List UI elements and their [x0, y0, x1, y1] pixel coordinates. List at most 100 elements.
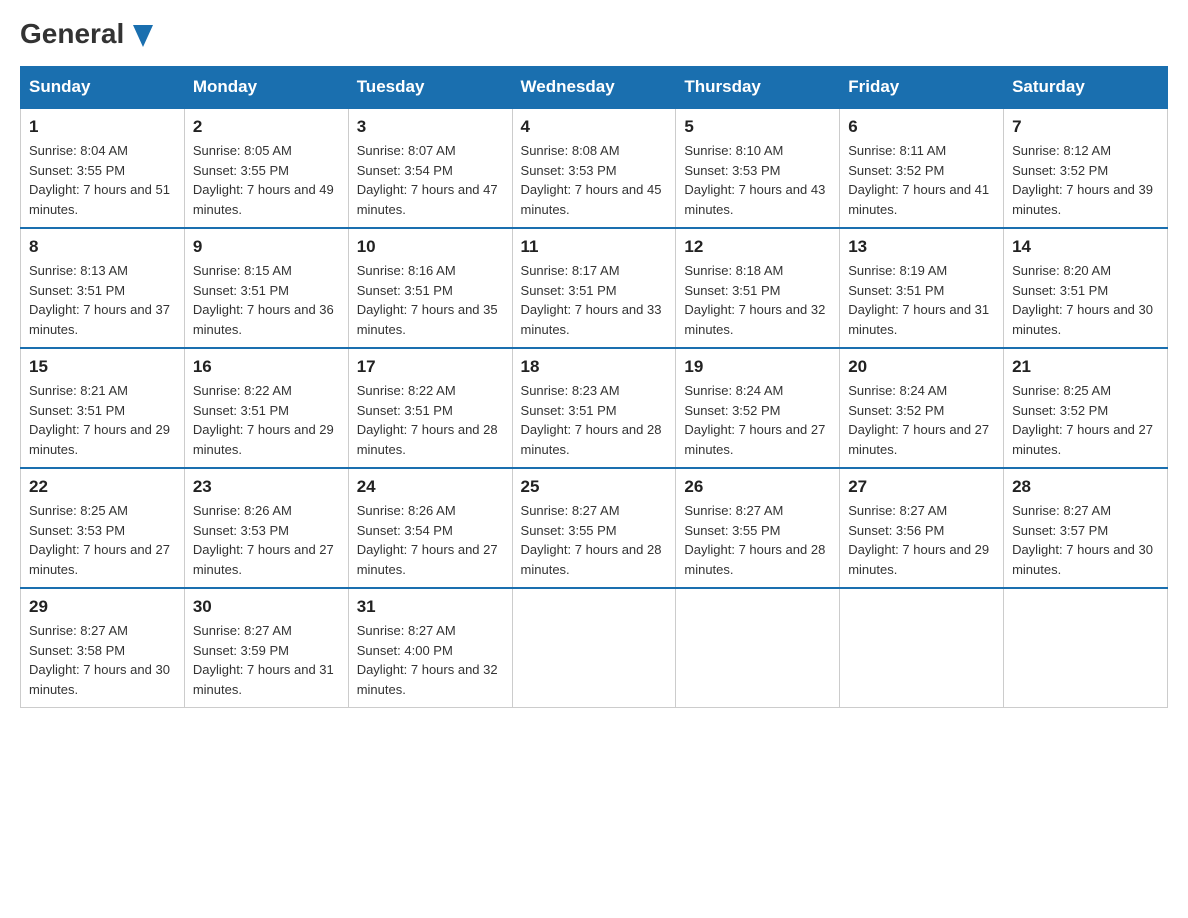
calendar-cell: 12 Sunrise: 8:18 AMSunset: 3:51 PMDaylig…: [676, 228, 840, 348]
day-number: 28: [1012, 477, 1159, 497]
day-number: 25: [521, 477, 668, 497]
day-number: 15: [29, 357, 176, 377]
weekday-header-saturday: Saturday: [1004, 67, 1168, 109]
day-info: Sunrise: 8:22 AMSunset: 3:51 PMDaylight:…: [193, 383, 334, 457]
day-info: Sunrise: 8:27 AMSunset: 3:58 PMDaylight:…: [29, 623, 170, 697]
calendar-cell: [840, 588, 1004, 708]
calendar-table: SundayMondayTuesdayWednesdayThursdayFrid…: [20, 66, 1168, 708]
calendar-cell: 31 Sunrise: 8:27 AMSunset: 4:00 PMDaylig…: [348, 588, 512, 708]
day-number: 26: [684, 477, 831, 497]
day-number: 29: [29, 597, 176, 617]
day-number: 19: [684, 357, 831, 377]
day-number: 17: [357, 357, 504, 377]
calendar-cell: 4 Sunrise: 8:08 AMSunset: 3:53 PMDayligh…: [512, 108, 676, 228]
calendar-week-row: 1 Sunrise: 8:04 AMSunset: 3:55 PMDayligh…: [21, 108, 1168, 228]
day-info: Sunrise: 8:24 AMSunset: 3:52 PMDaylight:…: [848, 383, 989, 457]
day-number: 10: [357, 237, 504, 257]
calendar-cell: 22 Sunrise: 8:25 AMSunset: 3:53 PMDaylig…: [21, 468, 185, 588]
weekday-header-monday: Monday: [184, 67, 348, 109]
weekday-header-tuesday: Tuesday: [348, 67, 512, 109]
day-info: Sunrise: 8:20 AMSunset: 3:51 PMDaylight:…: [1012, 263, 1153, 337]
day-info: Sunrise: 8:08 AMSunset: 3:53 PMDaylight:…: [521, 143, 662, 217]
day-number: 23: [193, 477, 340, 497]
day-info: Sunrise: 8:13 AMSunset: 3:51 PMDaylight:…: [29, 263, 170, 337]
logo-text: General: [20, 20, 153, 48]
day-info: Sunrise: 8:23 AMSunset: 3:51 PMDaylight:…: [521, 383, 662, 457]
day-number: 30: [193, 597, 340, 617]
weekday-header-wednesday: Wednesday: [512, 67, 676, 109]
day-number: 12: [684, 237, 831, 257]
calendar-cell: 9 Sunrise: 8:15 AMSunset: 3:51 PMDayligh…: [184, 228, 348, 348]
day-info: Sunrise: 8:17 AMSunset: 3:51 PMDaylight:…: [521, 263, 662, 337]
day-info: Sunrise: 8:18 AMSunset: 3:51 PMDaylight:…: [684, 263, 825, 337]
day-number: 24: [357, 477, 504, 497]
calendar-cell: 2 Sunrise: 8:05 AMSunset: 3:55 PMDayligh…: [184, 108, 348, 228]
calendar-cell: 29 Sunrise: 8:27 AMSunset: 3:58 PMDaylig…: [21, 588, 185, 708]
day-number: 21: [1012, 357, 1159, 377]
day-number: 8: [29, 237, 176, 257]
calendar-cell: 5 Sunrise: 8:10 AMSunset: 3:53 PMDayligh…: [676, 108, 840, 228]
calendar-cell: 19 Sunrise: 8:24 AMSunset: 3:52 PMDaylig…: [676, 348, 840, 468]
calendar-cell: 26 Sunrise: 8:27 AMSunset: 3:55 PMDaylig…: [676, 468, 840, 588]
day-info: Sunrise: 8:27 AMSunset: 3:59 PMDaylight:…: [193, 623, 334, 697]
day-info: Sunrise: 8:25 AMSunset: 3:53 PMDaylight:…: [29, 503, 170, 577]
calendar-cell: 23 Sunrise: 8:26 AMSunset: 3:53 PMDaylig…: [184, 468, 348, 588]
logo-arrow-icon: [133, 25, 153, 47]
day-number: 16: [193, 357, 340, 377]
calendar-cell: 10 Sunrise: 8:16 AMSunset: 3:51 PMDaylig…: [348, 228, 512, 348]
day-info: Sunrise: 8:05 AMSunset: 3:55 PMDaylight:…: [193, 143, 334, 217]
day-number: 11: [521, 237, 668, 257]
calendar-cell: 3 Sunrise: 8:07 AMSunset: 3:54 PMDayligh…: [348, 108, 512, 228]
day-info: Sunrise: 8:26 AMSunset: 3:54 PMDaylight:…: [357, 503, 498, 577]
day-info: Sunrise: 8:19 AMSunset: 3:51 PMDaylight:…: [848, 263, 989, 337]
calendar-cell: 11 Sunrise: 8:17 AMSunset: 3:51 PMDaylig…: [512, 228, 676, 348]
calendar-cell: [676, 588, 840, 708]
day-number: 6: [848, 117, 995, 137]
calendar-cell: 30 Sunrise: 8:27 AMSunset: 3:59 PMDaylig…: [184, 588, 348, 708]
calendar-cell: 15 Sunrise: 8:21 AMSunset: 3:51 PMDaylig…: [21, 348, 185, 468]
day-number: 9: [193, 237, 340, 257]
day-number: 5: [684, 117, 831, 137]
calendar-cell: 18 Sunrise: 8:23 AMSunset: 3:51 PMDaylig…: [512, 348, 676, 468]
day-info: Sunrise: 8:27 AMSunset: 3:56 PMDaylight:…: [848, 503, 989, 577]
weekday-header-friday: Friday: [840, 67, 1004, 109]
day-number: 13: [848, 237, 995, 257]
page-header: General: [20, 20, 1168, 46]
calendar-cell: 20 Sunrise: 8:24 AMSunset: 3:52 PMDaylig…: [840, 348, 1004, 468]
day-number: 22: [29, 477, 176, 497]
calendar-cell: 14 Sunrise: 8:20 AMSunset: 3:51 PMDaylig…: [1004, 228, 1168, 348]
day-number: 7: [1012, 117, 1159, 137]
day-info: Sunrise: 8:12 AMSunset: 3:52 PMDaylight:…: [1012, 143, 1153, 217]
day-number: 4: [521, 117, 668, 137]
calendar-cell: 28 Sunrise: 8:27 AMSunset: 3:57 PMDaylig…: [1004, 468, 1168, 588]
day-info: Sunrise: 8:25 AMSunset: 3:52 PMDaylight:…: [1012, 383, 1153, 457]
calendar-week-row: 8 Sunrise: 8:13 AMSunset: 3:51 PMDayligh…: [21, 228, 1168, 348]
calendar-cell: 6 Sunrise: 8:11 AMSunset: 3:52 PMDayligh…: [840, 108, 1004, 228]
day-info: Sunrise: 8:04 AMSunset: 3:55 PMDaylight:…: [29, 143, 170, 217]
day-info: Sunrise: 8:10 AMSunset: 3:53 PMDaylight:…: [684, 143, 825, 217]
day-number: 3: [357, 117, 504, 137]
calendar-cell: 17 Sunrise: 8:22 AMSunset: 3:51 PMDaylig…: [348, 348, 512, 468]
calendar-cell: 27 Sunrise: 8:27 AMSunset: 3:56 PMDaylig…: [840, 468, 1004, 588]
calendar-cell: 24 Sunrise: 8:26 AMSunset: 3:54 PMDaylig…: [348, 468, 512, 588]
day-info: Sunrise: 8:27 AMSunset: 3:55 PMDaylight:…: [521, 503, 662, 577]
logo: General: [20, 20, 153, 46]
calendar-cell: 21 Sunrise: 8:25 AMSunset: 3:52 PMDaylig…: [1004, 348, 1168, 468]
day-info: Sunrise: 8:27 AMSunset: 3:57 PMDaylight:…: [1012, 503, 1153, 577]
day-number: 31: [357, 597, 504, 617]
calendar-cell: 7 Sunrise: 8:12 AMSunset: 3:52 PMDayligh…: [1004, 108, 1168, 228]
day-info: Sunrise: 8:27 AMSunset: 4:00 PMDaylight:…: [357, 623, 498, 697]
calendar-cell: 16 Sunrise: 8:22 AMSunset: 3:51 PMDaylig…: [184, 348, 348, 468]
day-number: 1: [29, 117, 176, 137]
calendar-week-row: 22 Sunrise: 8:25 AMSunset: 3:53 PMDaylig…: [21, 468, 1168, 588]
weekday-header-sunday: Sunday: [21, 67, 185, 109]
calendar-week-row: 15 Sunrise: 8:21 AMSunset: 3:51 PMDaylig…: [21, 348, 1168, 468]
day-info: Sunrise: 8:11 AMSunset: 3:52 PMDaylight:…: [848, 143, 989, 217]
calendar-cell: [1004, 588, 1168, 708]
calendar-cell: 8 Sunrise: 8:13 AMSunset: 3:51 PMDayligh…: [21, 228, 185, 348]
calendar-cell: 25 Sunrise: 8:27 AMSunset: 3:55 PMDaylig…: [512, 468, 676, 588]
calendar-cell: 1 Sunrise: 8:04 AMSunset: 3:55 PMDayligh…: [21, 108, 185, 228]
calendar-header-row: SundayMondayTuesdayWednesdayThursdayFrid…: [21, 67, 1168, 109]
day-info: Sunrise: 8:26 AMSunset: 3:53 PMDaylight:…: [193, 503, 334, 577]
day-info: Sunrise: 8:07 AMSunset: 3:54 PMDaylight:…: [357, 143, 498, 217]
